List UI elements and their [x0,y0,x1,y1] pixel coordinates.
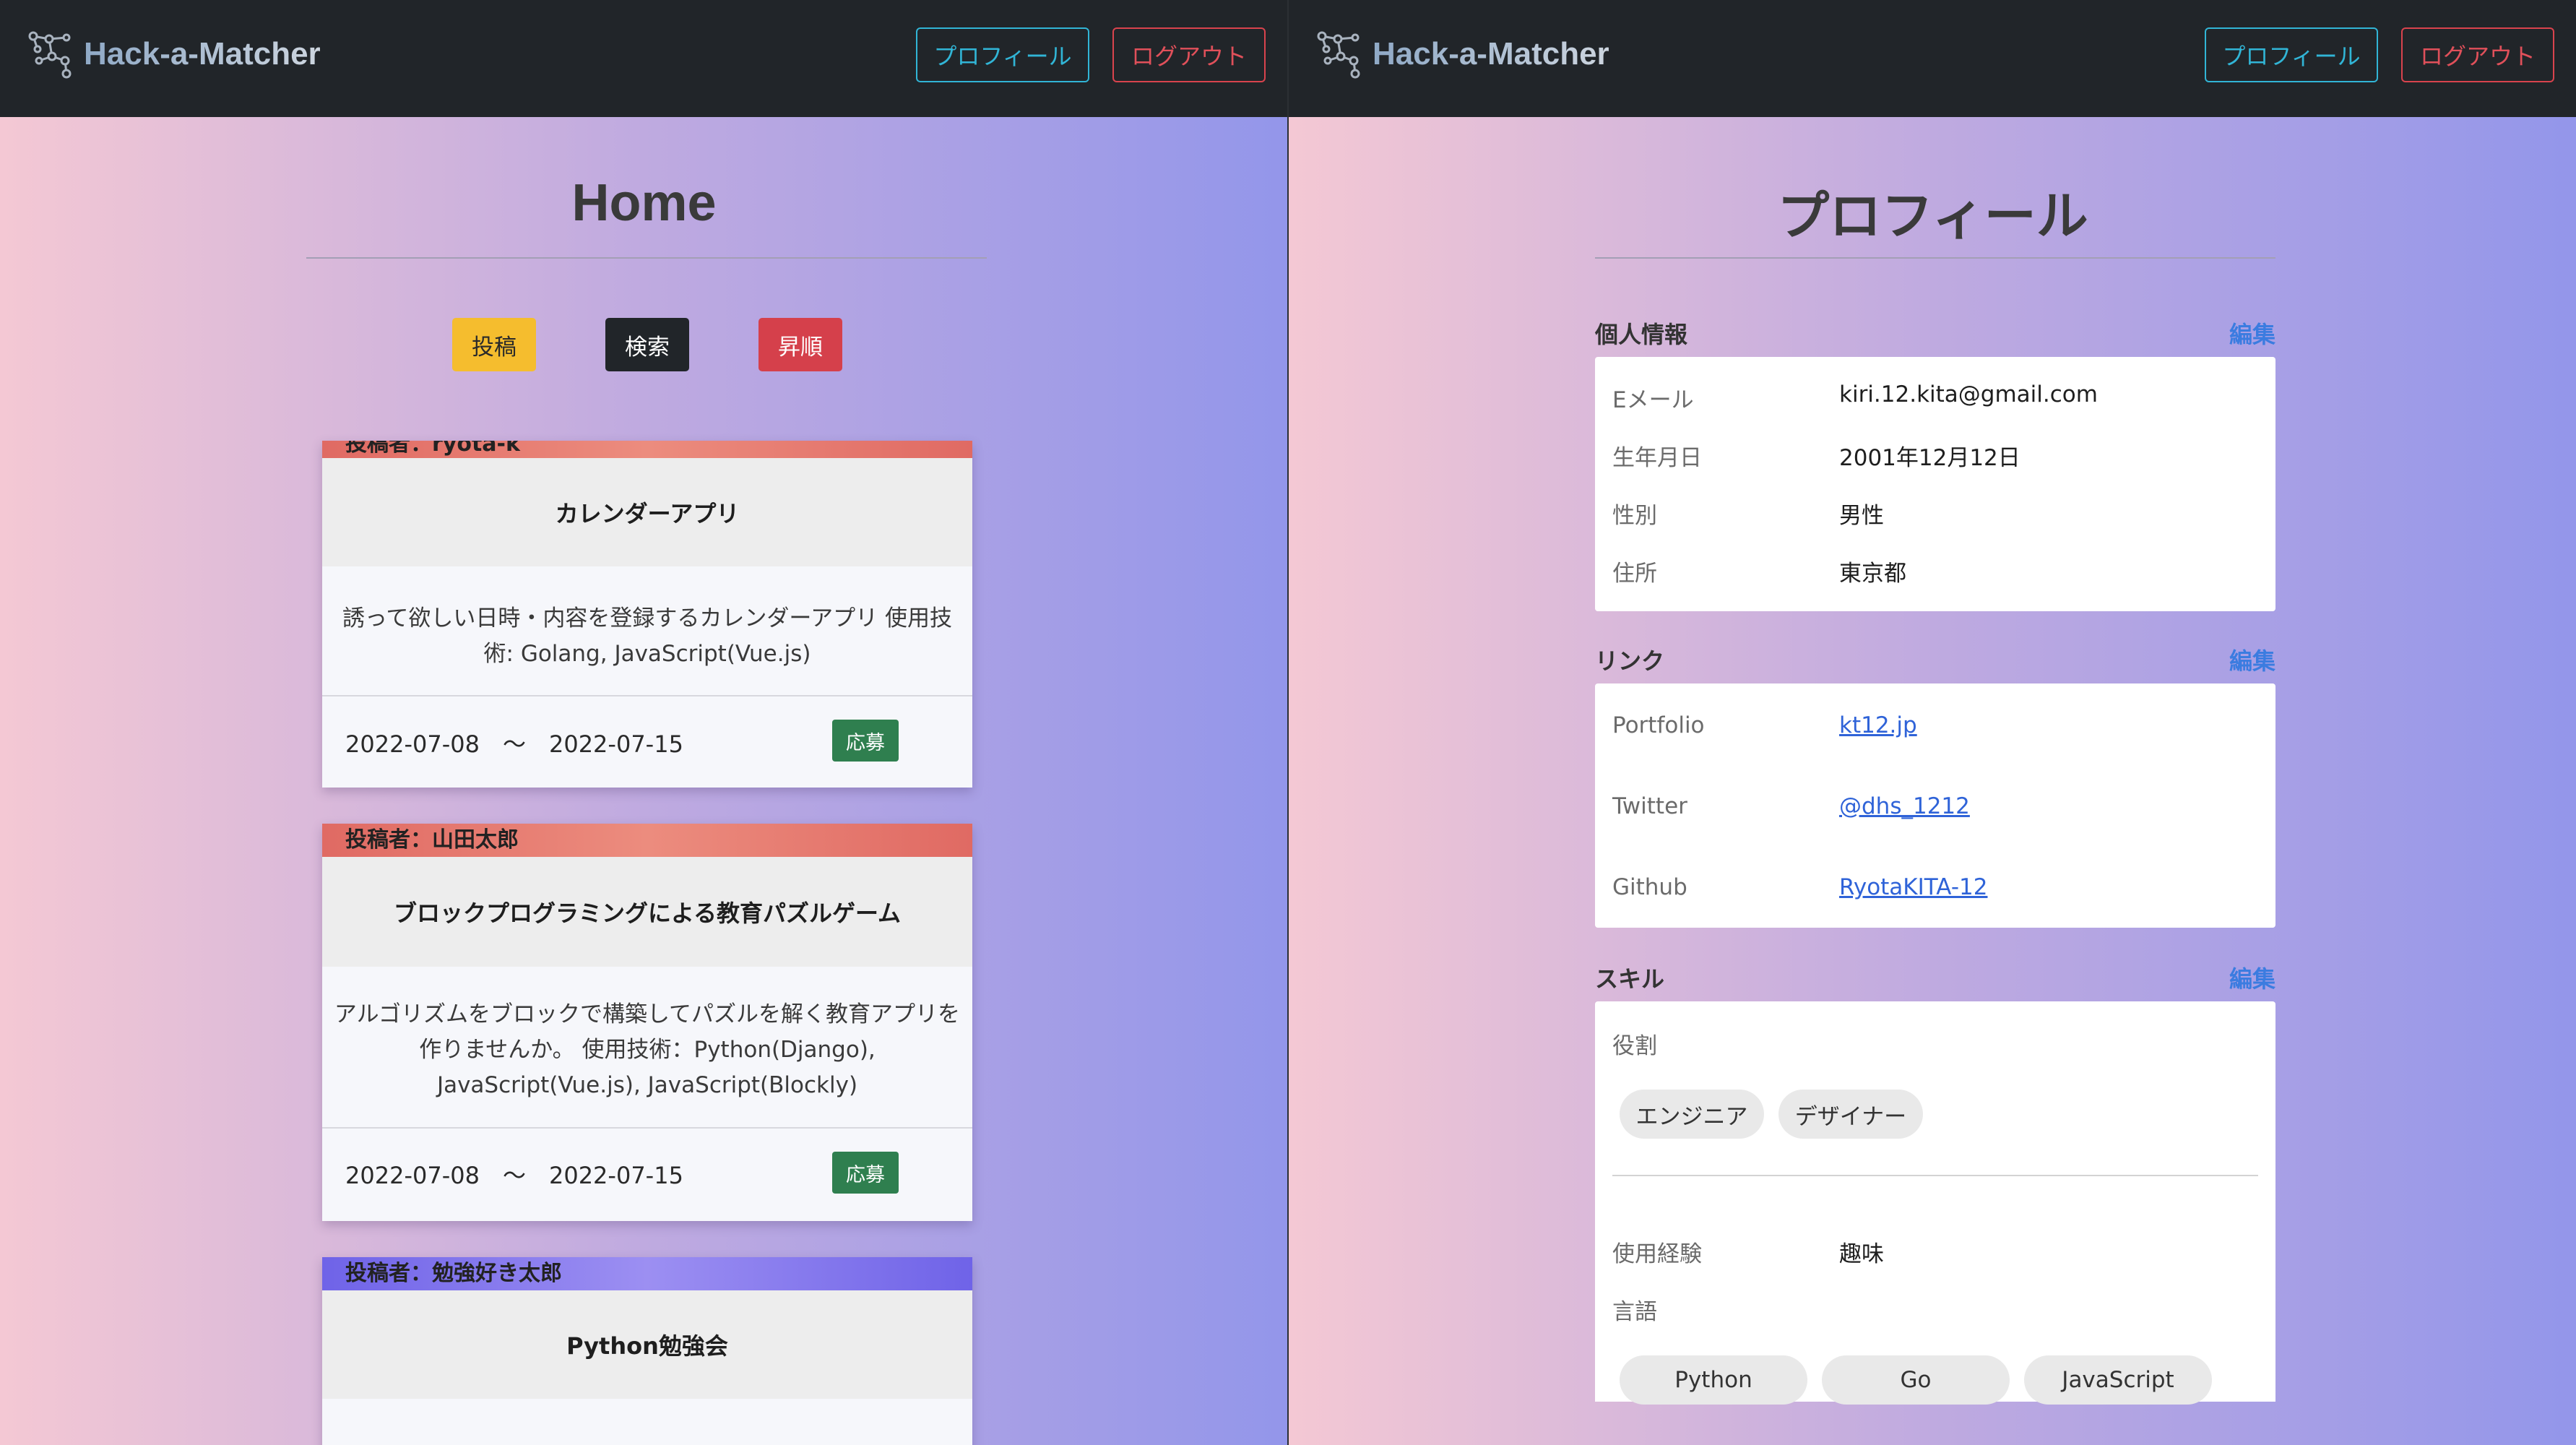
birthdate-value: 2001年12月12日 [1839,445,2020,471]
post-description-line: 術: Golang, JavaScript(Vue.js) [483,641,811,667]
post-author: 投稿者：ryota-k [322,441,972,458]
post-title: カレンダーアプリ [322,458,972,566]
post-date-range: 2022-07-08 〜 2022-07-15 [345,1162,683,1189]
post-card[interactable]: 投稿者：勉強好き太郎 Python勉強会 [322,1257,972,1445]
portfolio-link[interactable]: kt12.jp [1839,712,1917,738]
role-label: 役割 [1612,1033,1657,1059]
language-chip: Python [1620,1355,1807,1405]
brand-name: Hack-a-Matcher [1373,36,1609,72]
section-label-skills: スキル [1595,965,1665,993]
post-author: 投稿者：山田太郎 [322,824,972,857]
post-date-range: 2022-07-08 〜 2022-07-15 [345,730,683,758]
navbar: Hack-a-Matcher プロフィール ログアウト [1289,0,2576,117]
gender-label: 性別 [1612,503,1657,529]
post-card[interactable]: 投稿者：ryota-k カレンダーアプリ 誘って欲しい日時・内容を登録するカレン… [322,441,972,788]
card-divider [322,695,972,696]
birthdate-label: 生年月日 [1612,445,1702,471]
brand[interactable]: Hack-a-Matcher [27,29,321,79]
portfolio-label: Portfolio [1612,712,1705,738]
post-title: ブロックプログラミングによる教育パズルゲーム [322,857,972,967]
github-label: Github [1612,874,1687,900]
address-label: 住所 [1612,561,1657,587]
apply-button[interactable]: 応募 [832,720,899,762]
post-author: 投稿者：勉強好き太郎 [322,1257,972,1290]
email-label: Eメール [1612,387,1694,413]
experience-value: 趣味 [1839,1241,1884,1267]
page-title: Home [571,174,717,232]
card-divider [322,1127,972,1129]
languages-label: 言語 [1612,1299,1657,1325]
title-divider [306,257,987,259]
post-description: アルゴリズムをブロックで構築してパズルを解く教育アプリを 作りませんか。 使用技… [322,997,972,1103]
gender-value: 男性 [1839,503,1884,529]
brand[interactable]: Hack-a-Matcher [1316,29,1609,79]
profile-pane: Hack-a-Matcher プロフィール ログアウト プロフィール 個人情報 … [1289,0,2576,1445]
post-description-line: 誘って欲しい日時・内容を登録するカレンダーアプリ 使用技 [342,605,953,631]
logout-button[interactable]: ログアウト [1112,27,1266,82]
title-divider [1595,257,2275,259]
sort-button[interactable]: 昇順 [758,318,842,371]
links-box: Portfolio kt12.jp Twitter @dhs_1212 Gith… [1595,683,2275,928]
personal-info-box: Eメール kiri.12.kita@gmail.com 生年月日 2001年12… [1595,357,2275,611]
home-pane: Hack-a-Matcher プロフィール ログアウト Home 投稿 検索 昇… [0,0,1288,1445]
skills-divider [1612,1175,2258,1176]
search-button[interactable]: 検索 [605,318,689,371]
role-chip: エンジニア [1620,1090,1764,1139]
github-link[interactable]: RyotaKITA-12 [1839,874,1987,900]
post-card[interactable]: 投稿者：山田太郎 ブロックプログラミングによる教育パズルゲーム アルゴリズムをブ… [322,824,972,1221]
language-chip: Go [1822,1355,2010,1405]
edit-links-link[interactable]: 編集 [2225,643,2275,676]
language-chip: JavaScript [2024,1355,2212,1405]
section-label-links: リンク [1595,647,1665,675]
profile-button[interactable]: プロフィール [916,27,1089,82]
post-description: 誘って欲しい日時・内容を登録するカレンダーアプリ 使用技 術: Golang, … [322,601,972,672]
post-button[interactable]: 投稿 [452,318,536,371]
page-title: プロフィール [1777,188,2088,246]
post-description-line: JavaScript(Vue.js), JavaScript(Blockly) [436,1072,858,1098]
twitter-link[interactable]: @dhs_1212 [1839,793,1970,819]
address-value: 東京都 [1839,561,1906,587]
logout-button[interactable]: ログアウト [2401,27,2554,82]
screenshot-root: Hack-a-Matcher プロフィール ログアウト Home 投稿 検索 昇… [0,0,2576,1445]
post-title: Python勉強会 [322,1290,972,1399]
role-chip: デザイナー [1778,1090,1923,1139]
email-value: kiri.12.kita@gmail.com [1839,381,2098,407]
experience-label: 使用経験 [1612,1241,1702,1267]
profile-button[interactable]: プロフィール [2205,27,2378,82]
edit-skills-link[interactable]: 編集 [2225,961,2275,994]
edit-personal-link[interactable]: 編集 [2225,316,2275,350]
navbar: Hack-a-Matcher プロフィール ログアウト [0,0,1288,117]
post-description-line: 作りませんか。 使用技術：Python(Django), [419,1037,876,1063]
network-logo-icon [28,31,72,79]
network-logo-icon [1317,31,1360,79]
apply-button[interactable]: 応募 [832,1152,899,1194]
twitter-label: Twitter [1612,793,1687,819]
skills-box: 役割 エンジニア デザイナー 使用経験 趣味 言語 Python Go Java… [1595,1001,2275,1405]
brand-name: Hack-a-Matcher [84,36,321,72]
post-description-line: アルゴリズムをブロックで構築してパズルを解く教育アプリを [334,1001,961,1027]
section-label-personal: 個人情報 [1595,321,1688,348]
